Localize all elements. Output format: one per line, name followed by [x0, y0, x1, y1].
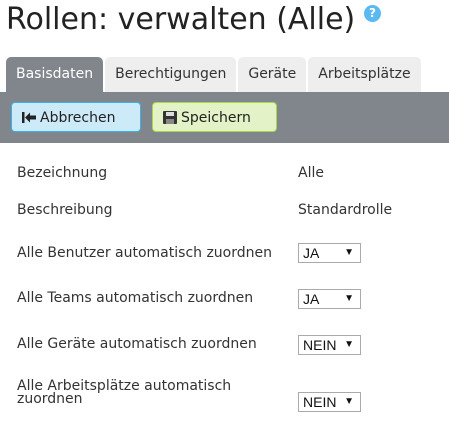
geraete-select[interactable]: NEIN ▼: [298, 335, 361, 355]
floppy-disk-icon: [163, 111, 177, 124]
teams-label: Alle Teams automatisch zuordnen: [17, 290, 254, 306]
back-arrow-icon: [22, 112, 36, 123]
dropdown-arrow-icon: ▼: [344, 396, 354, 407]
benutzer-select[interactable]: JA ▼: [298, 243, 361, 263]
tab-basisdaten[interactable]: Basisdaten: [6, 57, 104, 92]
beschreibung-label: Beschreibung: [17, 202, 113, 218]
dropdown-arrow-icon: ▼: [344, 247, 354, 258]
bezeichnung-label: Bezeichnung: [17, 165, 108, 181]
tab-arbeitsplaetze[interactable]: Arbeitsplätze: [308, 57, 421, 92]
dropdown-arrow-icon: ▼: [344, 339, 354, 350]
tab-bar: Basisdaten Berechtigungen Geräte Arbeits…: [6, 57, 421, 92]
teams-value: JA: [303, 291, 320, 307]
arbeitsplaetze-label: Alle Arbeitsplätze automatisch zuordnen: [17, 378, 232, 407]
tab-geraete[interactable]: Geräte: [238, 57, 307, 92]
arbeitsplaetze-value: NEIN: [303, 394, 337, 410]
arbeitsplaetze-select[interactable]: NEIN ▼: [298, 392, 361, 412]
teams-select[interactable]: JA ▼: [298, 289, 361, 309]
save-label: Speichern: [181, 110, 251, 126]
toolbar: Abbrechen Speichern: [0, 92, 449, 143]
bezeichnung-value: Alle: [298, 165, 324, 181]
dropdown-arrow-icon: ▼: [344, 293, 354, 304]
cancel-label: Abbrechen: [40, 110, 116, 126]
save-button[interactable]: Speichern: [152, 102, 277, 132]
geraete-value: NEIN: [303, 337, 337, 353]
help-icon[interactable]: ?: [364, 5, 381, 22]
beschreibung-value: Standardrolle: [298, 202, 393, 218]
benutzer-label: Alle Benutzer automatisch zuordnen: [17, 245, 273, 261]
benutzer-value: JA: [303, 245, 320, 261]
geraete-label: Alle Geräte automatisch zuordnen: [17, 336, 257, 352]
page-title: Rollen: verwalten (Alle): [6, 2, 356, 37]
cancel-button[interactable]: Abbrechen: [11, 102, 141, 132]
tab-berechtigungen[interactable]: Berechtigungen: [105, 57, 237, 92]
